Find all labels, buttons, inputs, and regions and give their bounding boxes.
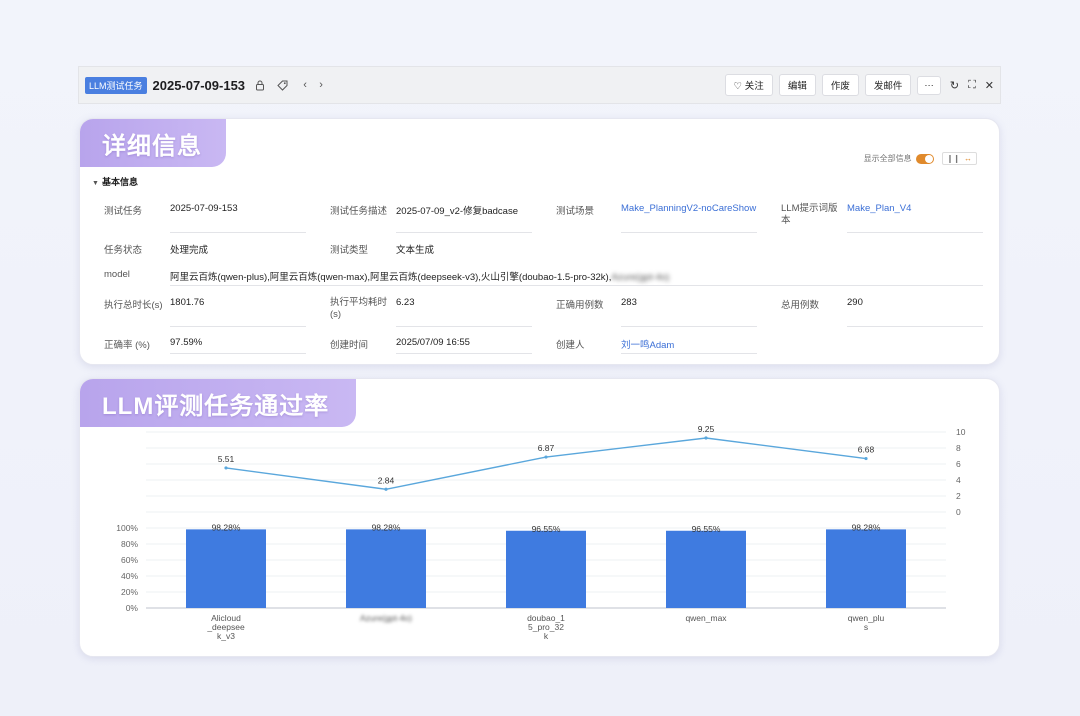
x-axis-category-label: k bbox=[544, 631, 549, 641]
left-axis-tick: 40% bbox=[121, 571, 138, 581]
basic-info-section[interactable]: ▼ 基本信息 bbox=[92, 175, 138, 188]
follow-button[interactable]: ♡ 关注 bbox=[724, 74, 773, 96]
field-value-created-time: 2025/07/09 16:55 bbox=[396, 337, 470, 348]
right-axis-tick: 8 bbox=[956, 443, 961, 453]
field-label-total-time: 执行总时长(s) bbox=[104, 300, 163, 311]
bar-data-label: 96.55% bbox=[692, 524, 721, 534]
model-list-text: 阿里云百炼(qwen-plus),阿里云百炼(qwen-max),阿里云百炼(d… bbox=[170, 272, 612, 283]
field-value-model: 阿里云百炼(qwen-plus),阿里云百炼(qwen-max),阿里云百炼(d… bbox=[170, 269, 669, 283]
lock-icon[interactable] bbox=[253, 78, 267, 92]
chart-card: LLM评测任务通过率 10 8 6 4 2 0 100% 80% 60% 40% 20% 0% 98.2… bbox=[79, 378, 1000, 657]
right-axis-tick: 0 bbox=[956, 507, 961, 517]
field-label-scenario: 测试场景 bbox=[556, 206, 595, 217]
section-title: 基本信息 bbox=[101, 177, 138, 187]
line-data-label: 2.84 bbox=[378, 475, 395, 485]
line-data-label: 5.51 bbox=[218, 454, 235, 464]
show-all-switch[interactable] bbox=[915, 153, 934, 164]
field-value-desc: 2025-07-09_v2-修复badcase bbox=[396, 206, 518, 217]
show-all-toggle-row: 显示全部信息 ❙❙ ↔ bbox=[864, 152, 977, 165]
bar bbox=[506, 530, 586, 608]
task-title: 2025-07-09-153 bbox=[152, 77, 246, 93]
field-value-test-type: 文本生成 bbox=[396, 245, 435, 256]
field-label-status: 任务状态 bbox=[104, 245, 143, 256]
bar bbox=[186, 529, 266, 608]
field-label-accuracy: 正确率 (%) bbox=[104, 340, 150, 351]
left-axis-tick: 20% bbox=[121, 587, 138, 597]
field-value-status: 处理完成 bbox=[170, 245, 209, 256]
field-label-created-time: 创建时间 bbox=[330, 340, 369, 351]
field-value-prompt-version[interactable]: Make_Plan_V4 bbox=[847, 203, 911, 214]
line-data-label: 6.68 bbox=[858, 445, 875, 455]
close-icon[interactable]: ✕ bbox=[985, 79, 994, 92]
line-data-label: 9.25 bbox=[698, 424, 715, 434]
left-axis-tick: 80% bbox=[121, 539, 138, 549]
layout-toggle-button[interactable]: ❙❙ ↔ bbox=[941, 152, 977, 165]
fullscreen-icon[interactable]: ⛶ bbox=[968, 79, 976, 92]
task-toolbar: LLM测试任务 2025-07-09-153 ‹ › ♡ 关注 编辑 作废 发邮… bbox=[78, 66, 1001, 104]
more-button[interactable]: ··· bbox=[917, 75, 941, 95]
right-axis-tick: 10 bbox=[956, 427, 966, 437]
line-data-label: 6.87 bbox=[538, 443, 555, 453]
right-axis-tick: 2 bbox=[956, 491, 961, 501]
details-card: 详细信息 显示全部信息 ❙❙ ↔ ▼ 基本信息 测试任务 2025-07-09-15… bbox=[79, 118, 1000, 365]
x-axis-category-label: k_v3 bbox=[217, 631, 235, 641]
field-value-total-time: 1801.76 bbox=[170, 297, 205, 308]
line-point bbox=[384, 487, 388, 491]
line-point bbox=[224, 466, 228, 470]
caret-down-icon: ▼ bbox=[92, 180, 99, 187]
left-axis-tick: 0% bbox=[126, 603, 139, 613]
field-value-task: 2025-07-09-153 bbox=[170, 203, 238, 214]
x-axis-category-label: qwen_max bbox=[685, 613, 727, 623]
line-point bbox=[704, 436, 708, 440]
left-axis-tick: 100% bbox=[116, 523, 138, 533]
refresh-icon[interactable]: ↻ bbox=[950, 79, 959, 92]
edit-button[interactable]: 编辑 bbox=[778, 74, 816, 96]
field-label-task: 测试任务 bbox=[104, 206, 143, 217]
field-label-total-cases: 总用例数 bbox=[781, 300, 820, 311]
next-icon[interactable]: › bbox=[313, 79, 329, 91]
field-value-total-cases: 290 bbox=[847, 297, 863, 308]
line-point bbox=[544, 455, 548, 459]
x-axis-category-label: Azure(gpt-4o) bbox=[360, 613, 412, 623]
field-label-desc: 测试任务描述 bbox=[330, 206, 388, 217]
field-label-test-type: 测试类型 bbox=[330, 245, 369, 256]
prev-icon[interactable]: ‹ bbox=[297, 79, 313, 91]
bar-data-label: 98.28% bbox=[212, 522, 241, 532]
task-type-tag: LLM测试任务 bbox=[85, 76, 147, 94]
redacted-model-text: Azure(gpt-4o) bbox=[611, 272, 670, 283]
bar bbox=[346, 529, 426, 608]
right-axis-tick: 4 bbox=[956, 475, 961, 485]
field-value-avg-time: 6.23 bbox=[396, 297, 415, 308]
x-axis-category-label: s bbox=[864, 622, 868, 632]
bar bbox=[666, 530, 746, 608]
void-button[interactable]: 作废 bbox=[821, 74, 859, 96]
right-axis-tick: 6 bbox=[956, 459, 961, 469]
field-value-accuracy: 97.59% bbox=[170, 337, 203, 348]
field-label-prompt-version: LLM提示词版本 bbox=[781, 203, 838, 226]
field-label-avg-time: 执行平均耗时(s) bbox=[330, 297, 388, 320]
bar bbox=[826, 529, 906, 608]
details-banner: 详细信息 bbox=[80, 119, 226, 167]
field-value-correct-cases: 283 bbox=[621, 297, 637, 308]
field-value-creator[interactable]: 刘一鸣Adam bbox=[621, 337, 674, 351]
tag-icon[interactable] bbox=[275, 78, 289, 92]
bar-data-label: 98.28% bbox=[852, 522, 881, 532]
field-label-model: model bbox=[104, 269, 130, 280]
bar-data-label: 98.28% bbox=[372, 522, 401, 532]
field-value-scenario[interactable]: Make_PlanningV2-noCareShow bbox=[621, 203, 756, 214]
field-label-correct-cases: 正确用例数 bbox=[556, 300, 604, 311]
left-axis-tick: 60% bbox=[121, 555, 138, 565]
field-label-creator: 创建人 bbox=[556, 340, 585, 351]
show-all-label: 显示全部信息 bbox=[863, 154, 912, 163]
pass-rate-chart: 10 8 6 4 2 0 100% 80% 60% 40% 20% 0% 98.28% 98.28% 96.… bbox=[116, 424, 966, 641]
line-point bbox=[864, 456, 868, 461]
send-email-button[interactable]: 发邮件 bbox=[864, 74, 912, 96]
bar-data-label: 96.55% bbox=[532, 524, 561, 534]
